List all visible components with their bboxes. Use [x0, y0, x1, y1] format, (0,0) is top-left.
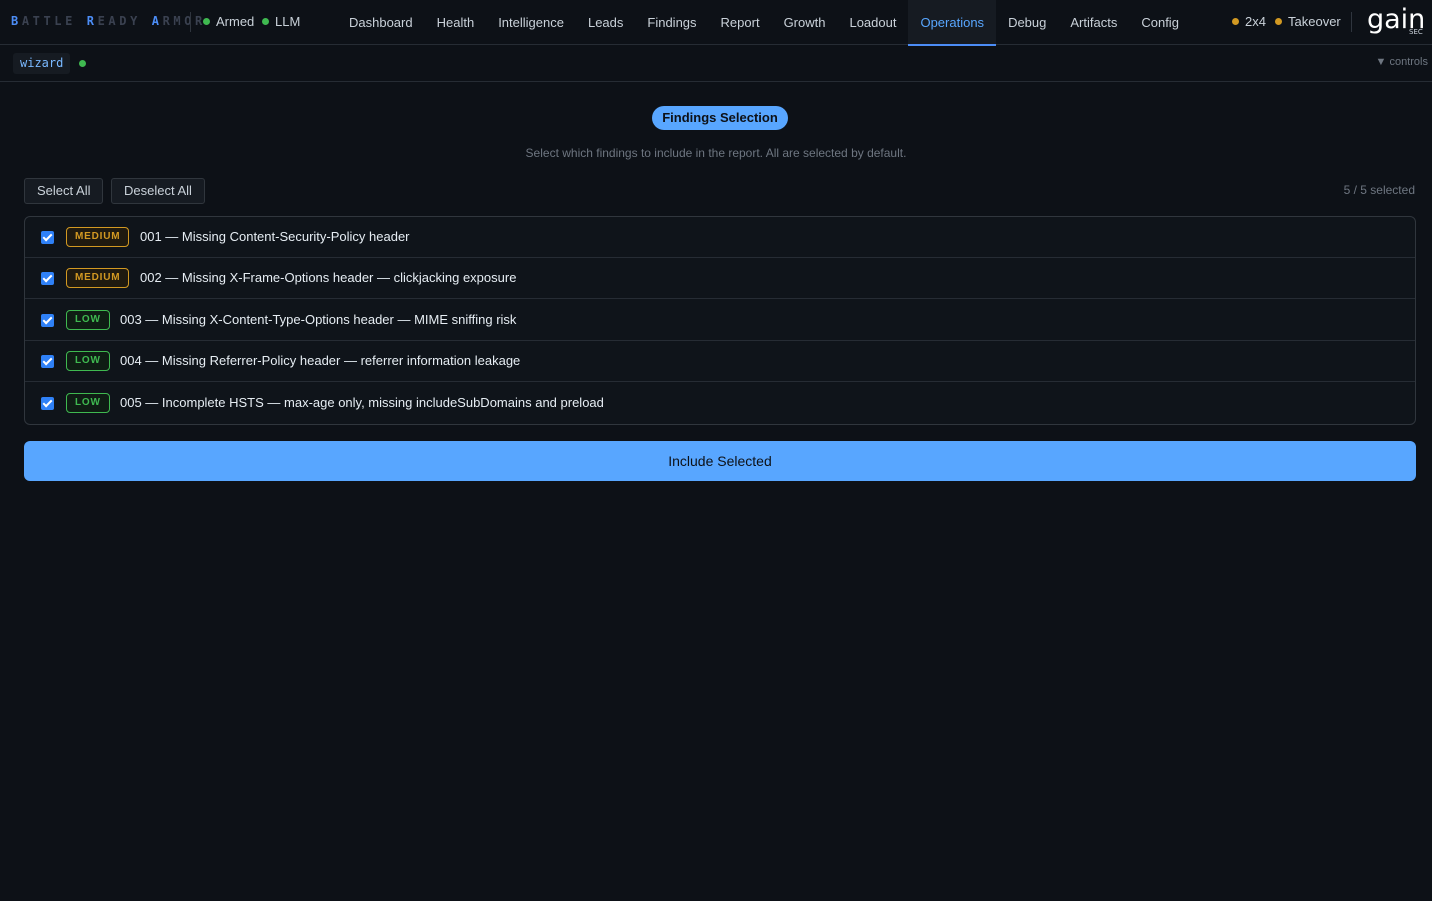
tab-report[interactable]: Report: [709, 0, 772, 45]
mode-badge[interactable]: wizard: [13, 53, 71, 74]
severity-badge: LOW: [66, 310, 110, 330]
status-takeover: Takeover: [1275, 14, 1341, 29]
brand-word: RMOR: [162, 14, 206, 28]
status-llm: LLM: [262, 14, 300, 29]
status-dot-icon: [203, 18, 210, 25]
brand-word: ATTLE: [21, 14, 76, 28]
finding-title: 004 — Missing Referrer-Policy header — r…: [120, 353, 521, 368]
brand-wordmark: BATTLE READY ARMOR: [11, 14, 206, 28]
tab-health[interactable]: Health: [425, 0, 487, 45]
tab-findings[interactable]: Findings: [635, 0, 708, 45]
finding-title: 003 — Missing X-Content-Type-Options hea…: [120, 312, 517, 327]
status-label: Armed: [216, 14, 255, 29]
severity-badge: LOW: [66, 351, 110, 371]
brand-letter: A: [151, 14, 163, 28]
finding-row[interactable]: MEDIUM 002 — Missing X-Frame-Options hea…: [25, 258, 1415, 299]
tab-intelligence[interactable]: Intelligence: [486, 0, 576, 45]
status-label: LLM: [275, 14, 301, 29]
gain-logo[interactable]: gain SEC: [1367, 4, 1427, 40]
finding-checkbox[interactable]: [41, 397, 54, 410]
finding-row[interactable]: LOW 003 — Missing X-Content-Type-Options…: [25, 300, 1415, 341]
finding-checkbox[interactable]: [41, 272, 54, 285]
tab-debug[interactable]: Debug: [996, 0, 1058, 45]
severity-badge: MEDIUM: [66, 227, 130, 247]
sub-bar: wizard ▼ controls: [0, 45, 1432, 82]
tab-operations[interactable]: Operations: [908, 0, 997, 46]
status-label: Takeover: [1288, 14, 1341, 29]
selected-count: 5 / 5 selected: [1343, 183, 1415, 197]
brand-letter: B: [11, 14, 22, 28]
tab-config[interactable]: Config: [1129, 0, 1191, 45]
include-selected-button[interactable]: Include Selected: [24, 441, 1416, 481]
finding-row[interactable]: LOW 004 — Missing Referrer-Policy header…: [25, 341, 1415, 382]
finding-title: 001 — Missing Content-Security-Policy he…: [140, 229, 410, 244]
step-description: Select which findings to include in the …: [525, 146, 907, 160]
finding-checkbox[interactable]: [41, 355, 54, 368]
brand-letter: R: [86, 14, 98, 28]
status-label: 2x4: [1245, 14, 1266, 29]
deselect-all-button[interactable]: Deselect All: [111, 178, 205, 204]
finding-checkbox[interactable]: [41, 231, 54, 244]
brand-word: EADY: [97, 14, 141, 28]
tab-loadout[interactable]: Loadout: [837, 0, 908, 45]
main-nav: Dashboard Health Intelligence Leads Find…: [337, 0, 1191, 46]
severity-badge: MEDIUM: [66, 268, 130, 288]
status-2x4: 2x4: [1232, 14, 1266, 29]
status-dot-icon: [262, 18, 269, 25]
tab-dashboard[interactable]: Dashboard: [337, 0, 425, 45]
divider: [1351, 12, 1352, 32]
status-dot-icon: [1275, 18, 1282, 25]
finding-checkbox[interactable]: [41, 314, 54, 327]
top-bar: BATTLE READY ARMOR Armed LLM Dashboard H…: [0, 0, 1432, 46]
finding-row[interactable]: MEDIUM 001 — Missing Content-Security-Po…: [25, 217, 1415, 258]
severity-badge: LOW: [66, 393, 110, 413]
mode-status-dot-icon: [79, 60, 86, 67]
finding-title: 005 — Incomplete HSTS — max-age only, mi…: [120, 395, 604, 410]
divider: [190, 12, 191, 32]
tab-artifacts[interactable]: Artifacts: [1058, 0, 1129, 45]
select-all-button[interactable]: Select All: [24, 178, 104, 204]
status-armed: Armed: [203, 14, 254, 29]
finding-row[interactable]: LOW 005 — Incomplete HSTS — max-age only…: [25, 383, 1415, 424]
tab-leads[interactable]: Leads: [576, 0, 635, 45]
tab-growth[interactable]: Growth: [772, 0, 838, 45]
step-title: Findings Selection: [652, 106, 788, 130]
status-dot-icon: [1232, 18, 1239, 25]
controls-toggle[interactable]: ▼ controls: [1376, 56, 1428, 68]
logo-sub: SEC: [1409, 28, 1423, 36]
finding-title: 002 — Missing X-Frame-Options header — c…: [140, 270, 517, 285]
findings-list: MEDIUM 001 — Missing Content-Security-Po…: [24, 216, 1416, 425]
